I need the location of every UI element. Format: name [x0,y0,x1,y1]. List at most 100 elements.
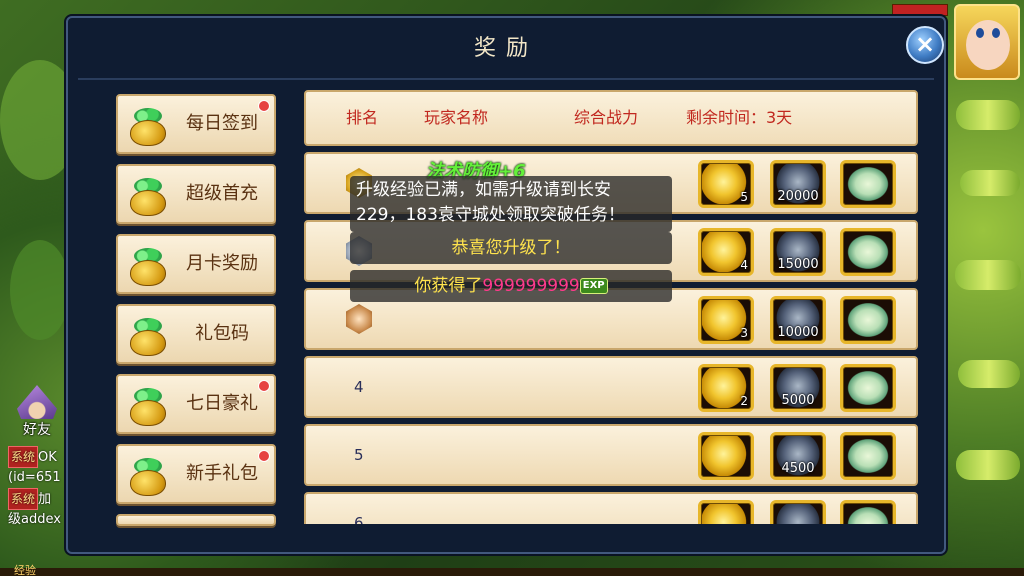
chat-text: (id=651 [8,470,61,485]
scroll-icon[interactable] [840,296,896,344]
treasure-bag-icon [126,314,170,356]
scroll-icon[interactable] [840,432,896,480]
gold-coin-icon[interactable] [698,500,754,524]
treasure-bag-icon [126,104,170,146]
ore-icon[interactable]: 10000 [770,296,826,344]
ore-icon[interactable]: 20000 [770,160,826,208]
chat-tag-system: 系统 [8,488,39,510]
chat-log[interactable]: 系统 OK (id=651 系统加 级addex [8,446,68,530]
gold-coin-icon[interactable]: 3 [698,296,754,344]
gain-prefix: 你获得了 [414,276,483,296]
gold-coin-icon[interactable]: 5 [698,160,754,208]
item-qty: 4 [740,258,748,272]
notification-dot [258,380,270,392]
tab-label: 七日豪礼 [186,393,258,414]
ore-icon[interactable]: 5000 [770,364,826,412]
player-avatar[interactable] [954,4,1020,80]
avatar-eye [992,28,1000,38]
gain-value: 999999999 [482,276,580,296]
tab-partial[interactable] [116,514,276,526]
chat-text: OK [38,450,57,465]
tab-label: 每日签到 [186,113,258,134]
gold-coin-icon[interactable]: 4 [698,228,754,276]
chat-line: 系统 OK [8,446,68,468]
chat-text: 级addex [8,512,61,527]
bg-bamboo [958,360,1020,388]
gold-coin-icon[interactable]: 2 [698,364,754,412]
treasure-bag-icon [126,244,170,286]
header-player-name: 玩家名称 [424,108,489,127]
close-button[interactable]: × [906,26,944,64]
notification-dot [258,100,270,112]
ore-icon[interactable]: 4500 [770,432,826,480]
chat-line: (id=651 [8,468,68,488]
bg-foliage [10,240,70,340]
avatar-eye [976,28,984,38]
ranking-row[interactable]: 6 [304,492,918,524]
tab-label: 新手礼包 [186,463,258,484]
item-qty: 5000 [781,393,815,408]
rank-number: 4 [354,378,364,396]
item-qty: 20000 [777,189,819,204]
friend-button[interactable]: 好友 [14,385,60,439]
exp-badge-icon: EXP [579,278,608,294]
exp-gain-notice: 你获得了999999999 EXP [350,270,672,302]
notification-dot [258,450,270,462]
item-qty: 4500 [781,461,815,476]
avatar-face [966,20,1010,70]
bg-bamboo [956,450,1020,480]
tab-monthly-card[interactable]: 月卡奖励 [116,234,276,294]
tab-seven-day[interactable]: 七日豪礼 [116,374,276,434]
ranking-row[interactable]: 5 4500 [304,424,918,486]
bg-bamboo [960,170,1020,196]
bronze-medal-icon [346,304,372,334]
scroll-icon[interactable] [840,500,896,524]
tab-label: 月卡奖励 [186,253,258,274]
tab-newbie-gift[interactable]: 新手礼包 [116,444,276,504]
item-qty: 2 [740,394,748,408]
bg-bamboo [956,100,1020,130]
chat-line: 系统加 [8,488,68,510]
friend-label: 好友 [23,422,51,438]
ranking-header: 排名 玩家名称 综合战力 剩余时间：3天 [304,90,918,146]
treasure-bag-icon [126,174,170,216]
upgrade-notice: 升级经验已满，如需升级请到长安 229，183袁守城处领取突破任务！ [350,176,672,232]
tab-gift-code[interactable]: 礼包码 [116,304,276,364]
ore-icon[interactable]: 15000 [770,228,826,276]
chat-text: 加 [38,492,52,507]
treasure-bag-icon [126,454,170,496]
scroll-icon[interactable] [840,228,896,276]
bg-bamboo [955,260,1021,290]
tab-daily-signin[interactable]: 每日签到 [116,94,276,154]
panel-title: 奖励 [473,36,538,61]
scroll-icon[interactable] [840,364,896,412]
header-power: 综合战力 [574,108,639,127]
exp-label: 经验 [14,564,36,576]
tab-label: 礼包码 [195,323,249,344]
close-icon: × [914,30,936,58]
friend-hat-icon [17,385,57,419]
notice-line: 升级经验已满，如需升级请到长安 [356,180,611,200]
header-rank: 排名 [346,108,379,127]
ore-icon[interactable] [770,500,826,524]
chat-tag-system: 系统 [8,446,39,468]
tab-first-recharge[interactable]: 超级首充 [116,164,276,224]
title-divider [78,78,934,80]
congrats-notice: 恭喜您升级了！ [350,232,672,264]
item-qty: 3 [740,326,748,340]
item-qty: 10000 [777,325,819,340]
notice-line: 229，183袁守城处领取突破任务！ [356,205,625,225]
rank-number: 5 [354,446,364,464]
scroll-icon[interactable] [840,160,896,208]
tab-label: 超级首充 [186,183,258,204]
chat-line: 级addex [8,510,68,530]
treasure-bag-icon [126,384,170,426]
hp-bar [892,4,948,16]
gold-coin-icon[interactable] [698,432,754,480]
header-time-left: 剩余时间：3天 [686,108,793,127]
rank-number: 6 [354,514,364,524]
exp-bar: 经验 [0,564,1024,576]
item-qty: 15000 [777,257,819,272]
item-qty: 5 [740,190,748,204]
ranking-row[interactable]: 4 2 5000 [304,356,918,418]
